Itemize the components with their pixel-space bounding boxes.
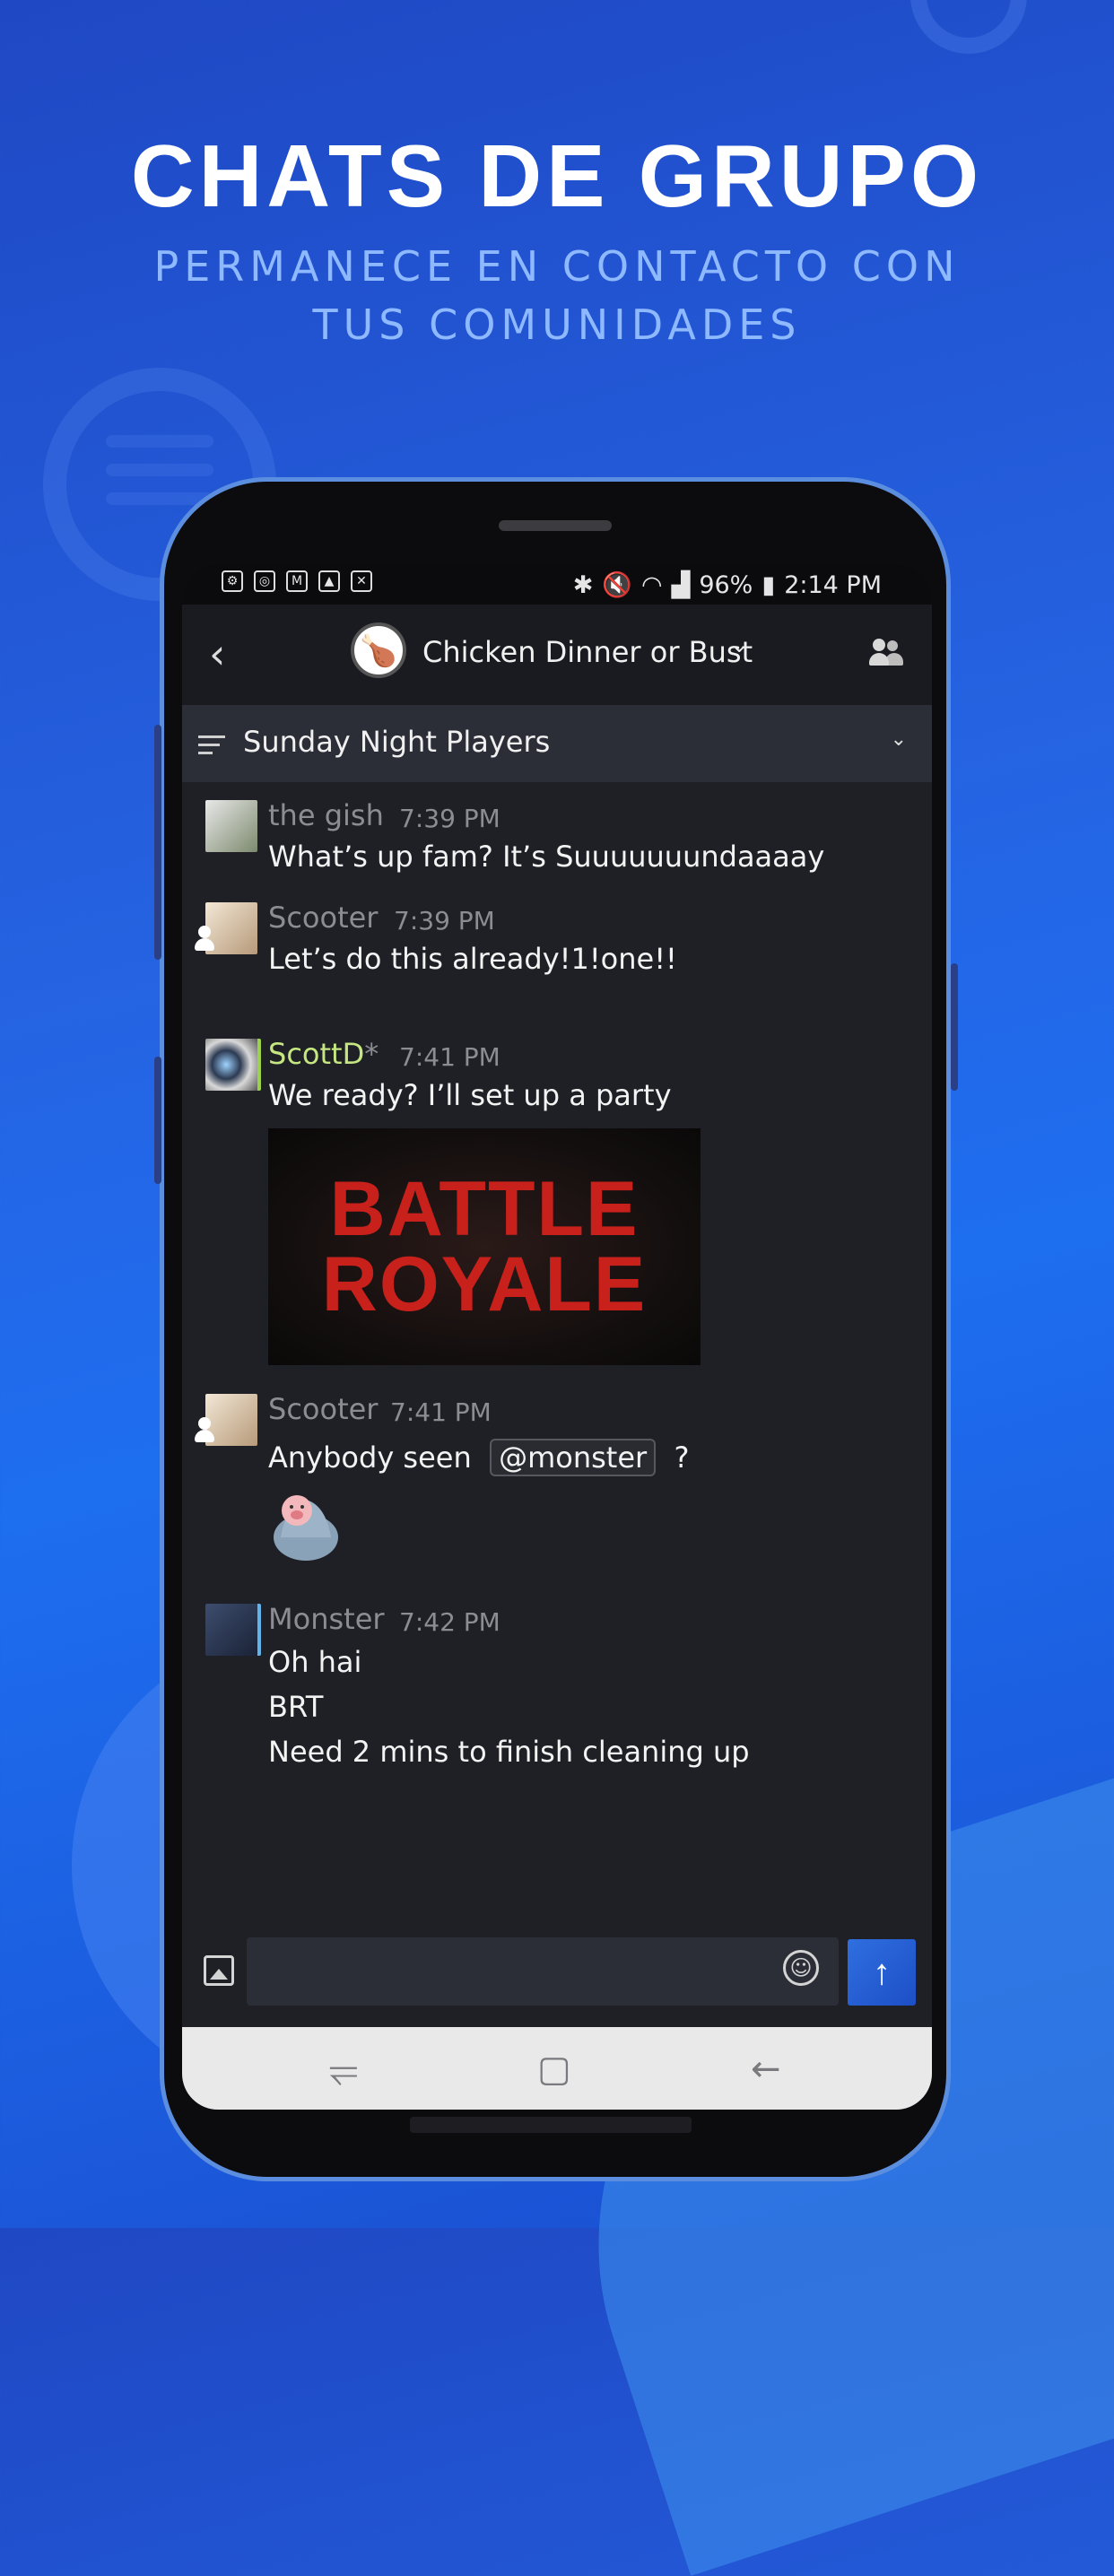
channel-selector[interactable]: Sunday Night Players ⌄ bbox=[182, 705, 932, 782]
channel-name: Sunday Night Players bbox=[243, 725, 551, 759]
headline-subtitle-line2: TUS COMUNIDADES bbox=[312, 300, 802, 349]
message-text: Let’s do this already!1!one!! bbox=[268, 942, 677, 976]
timestamp: 7:39 PM bbox=[399, 804, 500, 833]
timestamp: 7:42 PM bbox=[399, 1607, 500, 1637]
username[interactable]: the gish bbox=[268, 798, 384, 832]
message-text: BRT bbox=[268, 1690, 324, 1724]
phone-screen: ⚙ ◎ M ▲ ✕ ✱ 🔇 ◠ ▟ 96% ▮ 2:14 PM ‹ 🍗 Chic… bbox=[182, 563, 932, 2110]
app-bar: ‹ 🍗 Chicken Dinner or Bust ⌄ bbox=[182, 605, 932, 705]
notification-icons: ⚙ ◎ M ▲ ✕ bbox=[222, 570, 372, 592]
attach-image-icon[interactable] bbox=[204, 1955, 234, 1986]
timestamp: 7:41 PM bbox=[390, 1397, 492, 1427]
username[interactable]: ScottD* bbox=[268, 1037, 379, 1071]
roast-chicken-icon[interactable]: 🍗 bbox=[351, 622, 406, 678]
battery-icon: ▮ bbox=[762, 570, 776, 599]
message-text: Oh hai bbox=[268, 1645, 362, 1679]
avatar[interactable] bbox=[205, 1039, 261, 1091]
username[interactable]: Monster bbox=[268, 1602, 385, 1636]
settings-icon: ⚙ bbox=[222, 570, 243, 592]
message-text: Anybody seen @monster ? bbox=[268, 1439, 690, 1476]
phone-bottom-bezel bbox=[410, 2117, 692, 2133]
calendar-icon: ✕ bbox=[351, 570, 372, 592]
user-status-icon bbox=[195, 1417, 214, 1442]
timestamp: 7:41 PM bbox=[399, 1042, 500, 1072]
pig-blanket-sticker-icon[interactable] bbox=[268, 1487, 344, 1562]
system-icons: ✱ 🔇 ◠ ▟ 96% ▮ 2:14 PM bbox=[572, 570, 882, 600]
chevron-down-icon[interactable]: ⌄ bbox=[731, 635, 747, 657]
avatar[interactable] bbox=[205, 1604, 261, 1656]
back-arrow-icon[interactable]: ‹ bbox=[209, 630, 225, 678]
username-suffix: * bbox=[364, 1037, 379, 1071]
message-text: Need 2 mins to finish cleaning up bbox=[268, 1735, 750, 1769]
bluetooth-icon: ✱ bbox=[572, 570, 594, 599]
signal-icon: ▟ bbox=[671, 570, 691, 599]
image-text-line: BATTLE bbox=[329, 1166, 640, 1252]
send-button[interactable]: ↑ bbox=[848, 1939, 916, 2006]
volume-button bbox=[154, 725, 161, 960]
group-members-icon[interactable] bbox=[869, 637, 905, 667]
home-icon[interactable]: ▢ bbox=[537, 2049, 571, 2090]
mail-icon: M bbox=[286, 570, 308, 592]
message-text: We ready? I’ll set up a party bbox=[268, 1078, 672, 1112]
recent-apps-icon[interactable]: ⥫ bbox=[329, 2049, 358, 2090]
status-bar: ⚙ ◎ M ▲ ✕ ✱ 🔇 ◠ ▟ 96% ▮ 2:14 PM bbox=[182, 563, 932, 605]
username[interactable]: Scooter bbox=[268, 1392, 378, 1426]
channel-list-icon[interactable] bbox=[198, 735, 225, 760]
message-text: What’s up fam? It’s Suuuuuuundaaaay bbox=[268, 840, 825, 874]
power-button bbox=[951, 963, 958, 1091]
wifi-icon: ◠ bbox=[641, 570, 663, 599]
username[interactable]: Scooter bbox=[268, 901, 378, 935]
emoji-icon[interactable]: ☺ bbox=[783, 1950, 819, 1986]
mute-icon: 🔇 bbox=[602, 571, 632, 599]
image-icon: ▲ bbox=[318, 570, 340, 592]
message-input[interactable] bbox=[247, 1937, 839, 2006]
user-status-icon bbox=[195, 926, 214, 951]
user-mention[interactable]: @monster bbox=[490, 1439, 657, 1476]
back-icon[interactable]: ← bbox=[751, 2049, 781, 2090]
earpiece-speaker bbox=[499, 520, 612, 531]
chevron-down-icon[interactable]: ⌄ bbox=[891, 728, 907, 751]
headline-title: CHATS DE GRUPO bbox=[130, 126, 984, 225]
group-name[interactable]: Chicken Dinner or Bust bbox=[422, 635, 753, 669]
clock: 2:14 PM bbox=[784, 570, 882, 599]
avatar[interactable] bbox=[205, 800, 257, 852]
android-nav-bar: ⥫ ▢ ← bbox=[182, 2027, 932, 2110]
shared-image[interactable]: BATTLE ROYALE bbox=[268, 1128, 701, 1365]
battery-percent: 96% bbox=[699, 570, 753, 599]
chat-bubble-decoration-icon bbox=[910, 0, 1027, 54]
timestamp: 7:39 PM bbox=[394, 906, 495, 936]
search-doc-icon: ◎ bbox=[254, 570, 275, 592]
headline-subtitle-line1: PERMANECE EN CONTACTO CON bbox=[153, 242, 961, 291]
image-text-line: ROYALE bbox=[321, 1241, 648, 1327]
message-composer: ☺ ↑ bbox=[182, 1928, 932, 2015]
bixby-button bbox=[154, 1057, 161, 1184]
